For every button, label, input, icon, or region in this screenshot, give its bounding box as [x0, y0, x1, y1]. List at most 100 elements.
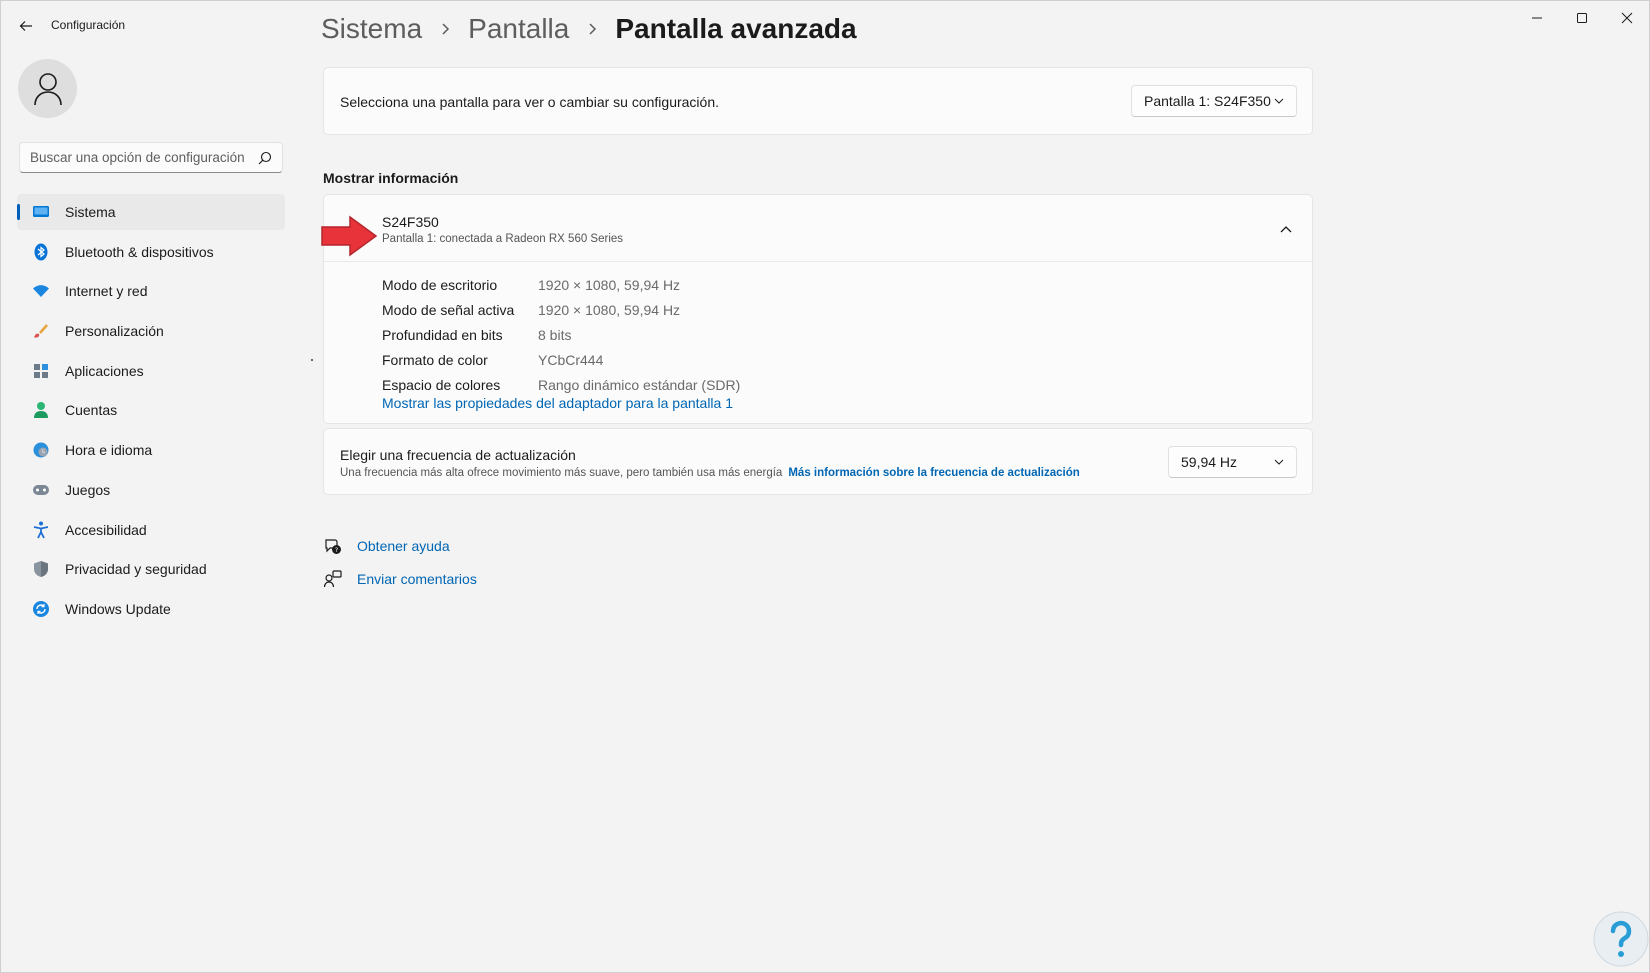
breadcrumb-sistema[interactable]: Sistema — [321, 13, 422, 45]
search-icon[interactable] — [258, 151, 272, 165]
back-button[interactable] — [13, 13, 39, 39]
display-dropdown-value: Pantalla 1: S24F350 — [1144, 93, 1271, 109]
sidebar-item-label: Accesibilidad — [65, 521, 147, 538]
refresh-rate-description: Una frecuencia más alta ofrece movimient… — [340, 467, 1080, 479]
search-box — [19, 142, 283, 173]
sidebar-item-windows-update[interactable]: Windows Update — [17, 591, 285, 627]
info-value: Rango dinámico estándar (SDR) — [538, 376, 741, 393]
sidebar-item-label: Bluetooth & dispositivos — [65, 243, 214, 260]
sidebar-item-label: Privacidad y seguridad — [65, 561, 207, 578]
sidebar-item-label: Sistema — [65, 204, 116, 220]
sidebar-item-hora-idioma[interactable]: Hora e idioma — [17, 432, 285, 468]
feedback-row: Enviar comentarios — [323, 562, 477, 595]
shield-icon — [31, 559, 51, 579]
sidebar-item-label: Juegos — [65, 481, 111, 498]
back-arrow-icon — [19, 21, 32, 31]
help-chat-icon: ? — [323, 536, 343, 556]
chevron-up-icon — [1280, 226, 1292, 233]
refresh-rate-info-link[interactable]: Más información sobre la frecuencia de a… — [788, 467, 1079, 479]
display-info-header[interactable]: S24F350 Pantalla 1: conectada a Radeon R… — [321, 195, 1312, 262]
chevron-right-icon — [587, 22, 597, 36]
chevron-down-icon — [1274, 98, 1284, 104]
refresh-rate-dropdown[interactable]: 59,94 Hz — [1168, 446, 1297, 478]
info-value: YCbCr444 — [538, 351, 604, 368]
red-arrow-icon — [321, 215, 378, 257]
settings-window: Configuración Sistema Pantalla Pantalla … — [0, 0, 1650, 973]
info-key: Espacio de colores — [382, 376, 501, 393]
refresh-rate-card: Elegir una frecuencia de actualización U… — [323, 428, 1313, 495]
info-row: Modo de señal activa 1920 × 1080, 59,94 … — [382, 298, 740, 323]
maximize-icon — [1577, 13, 1587, 23]
sidebar-item-accesibilidad[interactable]: Accesibilidad — [17, 512, 285, 548]
display-info-rows: Modo de escritorio 1920 × 1080, 59,94 Hz… — [382, 273, 740, 397]
info-row: Formato de color YCbCr444 — [382, 347, 740, 372]
monitor-icon — [31, 202, 51, 222]
sidebar-item-label: Internet y red — [65, 283, 148, 300]
avatar[interactable] — [18, 59, 77, 118]
sidebar-item-privacidad[interactable]: Privacidad y seguridad — [17, 551, 285, 587]
sidebar-item-label: Cuentas — [65, 402, 118, 419]
close-button[interactable] — [1604, 1, 1650, 35]
feedback-link[interactable]: Enviar comentarios — [357, 571, 477, 587]
update-icon — [31, 599, 51, 619]
chevron-down-icon — [1274, 459, 1284, 465]
sidebar-item-juegos[interactable]: Juegos — [17, 472, 285, 508]
chevron-right-icon — [440, 22, 450, 36]
info-value: 1920 × 1080, 59,94 Hz — [538, 277, 681, 294]
info-value: 1920 × 1080, 59,94 Hz — [538, 302, 681, 319]
sidebar-item-label: Personalización — [65, 323, 164, 340]
brush-icon — [31, 321, 51, 341]
minimize-button[interactable] — [1514, 1, 1560, 35]
user-avatar-icon — [33, 72, 62, 105]
app-title: Configuración — [51, 18, 126, 32]
breadcrumb-pantalla[interactable]: Pantalla — [468, 13, 569, 45]
accessibility-icon — [31, 520, 51, 540]
info-row: Espacio de colores Rango dinámico estánd… — [382, 372, 740, 397]
refresh-rate-value: 59,94 Hz — [1181, 454, 1238, 470]
maximize-button[interactable] — [1559, 1, 1605, 35]
page-title: Pantalla avanzada — [615, 13, 857, 44]
info-row: Profundidad en bits 8 bits — [382, 323, 740, 348]
display-subtitle: Pantalla 1: conectada a Radeon RX 560 Se… — [382, 233, 624, 245]
sidebar-item-internet[interactable]: Internet y red — [17, 273, 285, 309]
sidebar-item-aplicaciones[interactable]: Aplicaciones — [17, 353, 285, 389]
display-select-label: Selecciona una pantalla para ver o cambi… — [340, 94, 720, 110]
breadcrumb: Sistema Pantalla Pantalla avanzada — [321, 13, 857, 45]
sidebar-item-label: Windows Update — [65, 600, 171, 617]
get-help-link[interactable]: Obtener ayuda — [357, 538, 450, 554]
search-input[interactable] — [30, 150, 258, 165]
section-title: Mostrar información — [323, 170, 459, 186]
sidebar-item-cuentas[interactable]: Cuentas — [17, 392, 285, 428]
sidebar-item-label: Hora e idioma — [65, 442, 153, 459]
get-help-row: ? Obtener ayuda — [323, 529, 477, 562]
sidebar-item-sistema[interactable]: Sistema — [17, 194, 285, 230]
display-select-card: Selecciona una pantalla para ver o cambi… — [323, 67, 1313, 135]
collapse-button[interactable] — [1274, 217, 1298, 241]
info-value: 8 bits — [538, 326, 572, 343]
feedback-icon — [323, 569, 343, 589]
svg-text:?: ? — [335, 546, 338, 554]
info-row: Modo de escritorio 1920 × 1080, 59,94 Hz — [382, 273, 740, 298]
bluetooth-icon — [31, 242, 51, 262]
sidebar-item-bluetooth[interactable]: Bluetooth & dispositivos — [17, 234, 285, 270]
adapter-properties-link[interactable]: Mostrar las propiedades del adaptador pa… — [382, 395, 733, 411]
display-dropdown[interactable]: Pantalla 1: S24F350 — [1131, 85, 1297, 117]
sidebar-nav: Sistema Bluetooth & dispositivos Interne… — [17, 194, 285, 631]
help-logo-icon — [1593, 911, 1649, 967]
stray-dot — [311, 359, 313, 361]
apps-icon — [31, 361, 51, 381]
person-icon — [31, 400, 51, 420]
close-icon — [1621, 12, 1633, 24]
display-name: S24F350 — [382, 214, 439, 230]
gamepad-icon — [31, 480, 51, 500]
sidebar-item-personalizacion[interactable]: Personalización — [17, 313, 285, 349]
minimize-icon — [1532, 17, 1542, 19]
info-key: Profundidad en bits — [382, 326, 503, 343]
sidebar-item-label: Aplicaciones — [65, 362, 144, 379]
globe-clock-icon — [31, 440, 51, 460]
refresh-rate-desc-text: Una frecuencia más alta ofrece movimient… — [340, 467, 783, 479]
wifi-icon — [31, 281, 51, 301]
info-key: Modo de señal activa — [382, 302, 515, 319]
info-key: Modo de escritorio — [382, 277, 498, 294]
help-links: ? Obtener ayuda Enviar comentarios — [323, 529, 477, 595]
